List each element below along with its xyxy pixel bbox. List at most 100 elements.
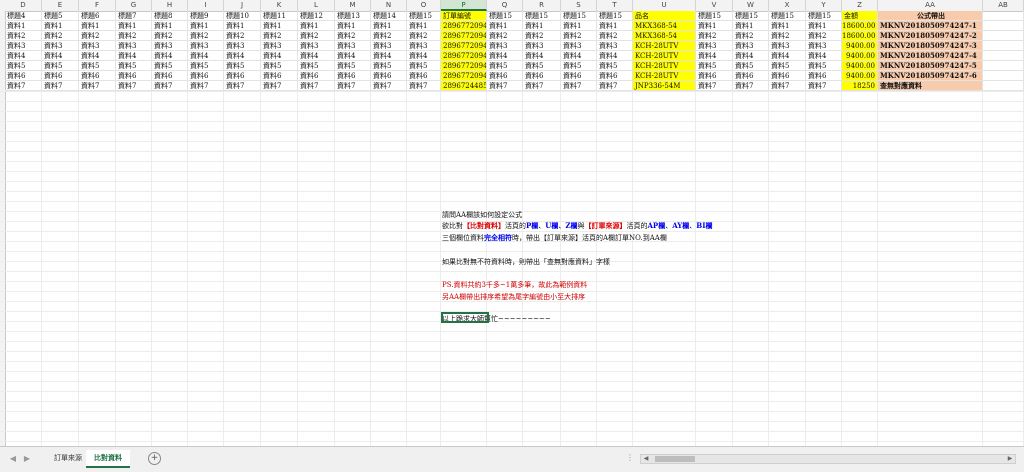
column-header-ab[interactable]: AB	[983, 0, 1024, 11]
table-cell[interactable]: 資料7	[487, 81, 523, 91]
table-cell[interactable]: 資料4	[298, 51, 335, 61]
table-cell[interactable]: 資料5	[523, 61, 561, 71]
table-cell[interactable]: 資料3	[116, 41, 152, 51]
table-cell[interactable]: 資料3	[42, 41, 79, 51]
table-cell[interactable]: 資料7	[42, 81, 79, 91]
header-cell[interactable]: 標題12	[298, 11, 335, 21]
table-cell[interactable]: 資料4	[561, 51, 597, 61]
table-cell[interactable]	[983, 61, 1024, 71]
table-cell[interactable]: 資料1	[523, 21, 561, 31]
table-cell[interactable]: 資料7	[188, 81, 224, 91]
table-cell[interactable]: 資料7	[79, 81, 116, 91]
table-cell[interactable]: 資料2	[188, 31, 224, 41]
table-cell[interactable]	[983, 51, 1024, 61]
note-question[interactable]: 請問AA欄該如何設定公式	[442, 210, 522, 220]
header-cell[interactable]: 標題5	[42, 11, 79, 21]
table-cell[interactable]: 資料3	[487, 41, 523, 51]
table-cell[interactable]: 資料7	[5, 81, 42, 91]
table-cell[interactable]: 資料1	[407, 21, 441, 31]
table-cell[interactable]: 資料5	[261, 61, 298, 71]
table-cell[interactable]: 資料5	[769, 61, 806, 71]
column-header-o[interactable]: O	[407, 0, 441, 11]
table-cell[interactable]: 資料6	[523, 71, 561, 81]
table-cell[interactable]: 資料7	[696, 81, 733, 91]
table-cell[interactable]: 資料4	[733, 51, 769, 61]
table-cell[interactable]: 資料4	[523, 51, 561, 61]
table-cell[interactable]: 資料6	[298, 71, 335, 81]
table-cell[interactable]: 資料2	[152, 31, 188, 41]
column-header-g[interactable]: G	[116, 0, 152, 11]
table-cell[interactable]: 資料5	[335, 61, 371, 71]
table-cell[interactable]: 資料3	[371, 41, 407, 51]
table-cell[interactable]: KCH-28UTV	[633, 51, 696, 61]
table-cell[interactable]: 資料6	[224, 71, 261, 81]
table-cell[interactable]: 資料2	[561, 31, 597, 41]
table-cell[interactable]: 資料6	[42, 71, 79, 81]
table-cell[interactable]: 18600.00	[842, 31, 878, 41]
column-header-f[interactable]: F	[79, 0, 116, 11]
table-cell[interactable]: 資料3	[407, 41, 441, 51]
table-cell[interactable]: 資料5	[597, 61, 633, 71]
column-header-q[interactable]: Q	[487, 0, 523, 11]
column-header-i[interactable]: I	[188, 0, 224, 11]
table-cell[interactable]: 2896772094	[441, 71, 487, 81]
column-header-r[interactable]: R	[523, 0, 561, 11]
table-cell[interactable]: 9400.00	[842, 71, 878, 81]
table-cell[interactable]: 資料5	[152, 61, 188, 71]
table-cell[interactable]: MKNV2018050974247-6	[878, 71, 983, 81]
table-cell[interactable]: 資料6	[806, 71, 842, 81]
table-cell[interactable]: 資料1	[696, 21, 733, 31]
table-cell[interactable]: 資料6	[733, 71, 769, 81]
table-cell[interactable]: 資料2	[42, 31, 79, 41]
header-cell[interactable]: 公式帶出	[878, 11, 983, 21]
table-cell[interactable]: 資料2	[261, 31, 298, 41]
table-cell[interactable]: 資料4	[696, 51, 733, 61]
table-cell[interactable]: 資料2	[79, 31, 116, 41]
header-cell[interactable]: 標題8	[152, 11, 188, 21]
header-cell[interactable]: 標題15	[696, 11, 733, 21]
table-cell[interactable]: 資料7	[371, 81, 407, 91]
table-cell[interactable]: 資料1	[561, 21, 597, 31]
table-cell[interactable]: 資料2	[335, 31, 371, 41]
scroll-tabs-left-icon[interactable]: ◀	[8, 453, 18, 465]
table-cell[interactable]: 資料7	[261, 81, 298, 91]
table-cell[interactable]: 資料1	[5, 21, 42, 31]
table-cell[interactable]: 資料1	[188, 21, 224, 31]
table-cell[interactable]: 9400.00	[842, 51, 878, 61]
header-cell[interactable]: 標題15	[733, 11, 769, 21]
table-cell[interactable]: 查無對應資料	[878, 81, 983, 91]
table-cell[interactable]: 資料4	[188, 51, 224, 61]
table-cell[interactable]: 資料4	[261, 51, 298, 61]
table-cell[interactable]: 資料2	[116, 31, 152, 41]
table-cell[interactable]: 資料4	[42, 51, 79, 61]
table-cell[interactable]: 資料4	[116, 51, 152, 61]
table-cell[interactable]: MKNV2018050974247-2	[878, 31, 983, 41]
header-cell[interactable]: 訂單編號	[441, 11, 487, 21]
header-cell[interactable]: 標題15	[487, 11, 523, 21]
column-header-d[interactable]: D	[5, 0, 42, 11]
table-cell[interactable]: 資料1	[42, 21, 79, 31]
table-cell[interactable]: 資料5	[79, 61, 116, 71]
table-cell[interactable]: 資料7	[769, 81, 806, 91]
table-cell[interactable]: 資料3	[298, 41, 335, 51]
table-cell[interactable]	[983, 31, 1024, 41]
column-header-j[interactable]: J	[224, 0, 261, 11]
column-header-w[interactable]: W	[733, 0, 769, 11]
note-ps-count[interactable]: PS.資料共約3千多~1萬多筆，故此為範例資料	[442, 280, 587, 290]
table-cell[interactable]: 資料1	[806, 21, 842, 31]
table-cell[interactable]: 18600.00	[842, 21, 878, 31]
more-options-icon[interactable]: ⋮	[626, 453, 634, 462]
table-cell[interactable]: 資料2	[487, 31, 523, 41]
column-header-u[interactable]: U	[633, 0, 696, 11]
table-cell[interactable]: 資料5	[116, 61, 152, 71]
horizontal-scrollbar[interactable]: ◀ ▶	[640, 454, 1016, 464]
table-cell[interactable]: 資料2	[298, 31, 335, 41]
table-cell[interactable]: 資料6	[487, 71, 523, 81]
table-cell[interactable]: 資料5	[224, 61, 261, 71]
header-cell[interactable]: 標題15	[407, 11, 441, 21]
table-cell[interactable]: 資料7	[152, 81, 188, 91]
table-cell[interactable]: 資料3	[335, 41, 371, 51]
table-cell[interactable]: 資料3	[5, 41, 42, 51]
table-cell[interactable]: 資料5	[42, 61, 79, 71]
table-cell[interactable]: 資料4	[371, 51, 407, 61]
